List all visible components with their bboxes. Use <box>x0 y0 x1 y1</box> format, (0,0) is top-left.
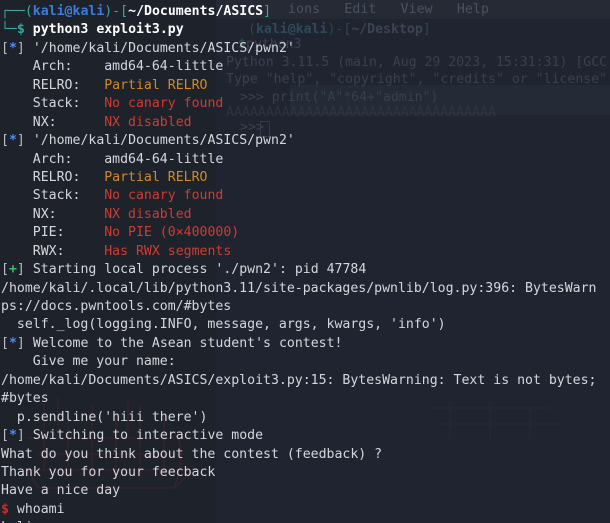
checksec-field: RELRO: Partial RELRO <box>1 77 610 95</box>
checksec-field: Stack: No canary found <box>1 187 610 205</box>
success-tag-close: ] <box>16 262 25 278</box>
checksec-value: No canary found <box>104 188 224 204</box>
checksec-label: RWX: <box>32 243 65 259</box>
remote-prompt-symbol: $ <box>1 501 9 517</box>
info-tag-close: ] <box>16 133 25 149</box>
checksec-value: NX disabled <box>104 114 192 130</box>
info-tag-glyph: * <box>8 428 17 444</box>
info-tag-open: [ <box>1 335 9 351</box>
remote-command: whoami <box>16 501 65 517</box>
checksec-field: Stack: No canary found <box>1 95 610 113</box>
interactive-mode-line: [*] Switching to interactive mode <box>1 427 610 445</box>
checksec-value: No PIE (0×400000) <box>104 225 240 241</box>
welcome-line: [*] Welcome to the Asean student's conte… <box>1 335 610 353</box>
prompt-corner-top: ┌── <box>1 4 25 19</box>
info-tag-glyph: * <box>8 40 17 56</box>
checksec-value: Partial RELRO <box>104 77 208 93</box>
prompt-bracket-open: [ <box>120 4 129 19</box>
checksec-field: NX: NX disabled <box>1 206 610 224</box>
success-tag-open: [ <box>1 262 9 278</box>
prompt-host: kali <box>72 4 105 19</box>
prompt-path: ~/Documents/ASICS <box>128 4 264 19</box>
checksec-label: PIE: <box>32 225 65 241</box>
terminal-screen[interactable]: ┌──(kali@kali)-[~/Documents/ASICS] └─$ p… <box>0 0 610 523</box>
checksec-label: Arch: <box>32 59 73 75</box>
checksec-field: Arch: amd64-64-little <box>1 58 610 76</box>
warning-line: /home/kali/.local/lib/python3.11/site-pa… <box>1 280 597 296</box>
checksec-value: NX disabled <box>104 206 192 222</box>
shell-prompt-line: ┌──(kali@kali)-[~/Documents/ASICS] <box>1 3 610 21</box>
info-tag-close: ] <box>16 40 25 56</box>
checksec-value: Partial RELRO <box>104 169 208 185</box>
remote-command-output: kali <box>1 519 610 523</box>
at-icon: @ <box>64 4 73 19</box>
info-tag-glyph: * <box>8 133 17 149</box>
remote-shell-command-line[interactable]: $ whoami <box>1 501 610 519</box>
info-tag-open: [ <box>1 428 9 444</box>
process-start-text: Starting local process './pwn2': pid 477… <box>32 262 367 278</box>
prompt-corner-bottom: └─ <box>1 22 17 38</box>
info-tag-close: ] <box>16 428 25 444</box>
feedback-question-line: What do you think about the contest (fee… <box>1 446 383 462</box>
checksec-label: Stack: <box>32 96 81 112</box>
checksec-field: PIE: No PIE (0×400000) <box>1 224 610 242</box>
prompt-dollar: $ <box>16 22 25 38</box>
checksec-field: RWX: Has RWX segments <box>1 243 610 261</box>
checksec-field: Arch: amd64-64-little <box>1 151 610 169</box>
info-tag-open: [ <box>1 40 9 56</box>
checksec-value: No canary found <box>104 96 224 112</box>
info-tag-open: [ <box>1 133 9 149</box>
binary-path: '/home/kali/Documents/ASICS/pwn2' <box>32 133 295 149</box>
checksec-label: Stack: <box>32 188 81 204</box>
command-input-line[interactable]: └─$ python3 exploit3.py <box>1 21 610 39</box>
prompt-paren-open: ( <box>24 4 33 19</box>
warning-line: ps://docs.pwntools.com/#bytes <box>1 299 232 314</box>
binary-path: '/home/kali/Documents/ASICS/pwn2' <box>32 40 295 56</box>
warning-line: self._log(logging.INFO, message, args, k… <box>1 317 446 333</box>
success-tag-glyph: + <box>8 262 17 278</box>
checksec-field: RELRO: Partial RELRO <box>1 169 610 187</box>
info-tag-glyph: * <box>8 335 17 351</box>
checksec-label: RELRO: <box>32 77 81 93</box>
nice-day-line: Have a nice day <box>1 483 121 499</box>
welcome-text: Welcome to the Asean student's contest! <box>32 335 343 351</box>
interactive-mode-text: Switching to interactive mode <box>32 428 264 444</box>
terminal-window[interactable]: ions Edit View Help (kali@kali)-[~/Deskt… <box>0 0 610 523</box>
binary-path-line-2: [*] '/home/kali/Documents/ASICS/pwn2' <box>1 132 610 150</box>
prompt-user: kali <box>32 4 65 19</box>
warning-line: #bytes <box>1 391 49 407</box>
name-prompt-line: Give me your name: <box>1 354 176 370</box>
checksec-value: amd64-64-little <box>104 151 224 167</box>
process-start-line: [+] Starting local process './pwn2': pid… <box>1 261 610 279</box>
checksec-label: Arch: <box>32 151 73 167</box>
checksec-label: RELRO: <box>32 169 81 185</box>
checksec-value: amd64-64-little <box>104 59 224 75</box>
thanks-line: Thank you for your feecback <box>1 464 216 480</box>
checksec-field: NX: NX disabled <box>1 114 610 132</box>
binary-path-line-1: [*] '/home/kali/Documents/ASICS/pwn2' <box>1 40 610 58</box>
checksec-label: NX: <box>32 206 57 222</box>
prompt-dash: - <box>112 4 121 19</box>
warning-line: p.sendline('hiii there') <box>1 409 208 425</box>
info-tag-close: ] <box>16 335 25 351</box>
checksec-label: NX: <box>32 114 57 130</box>
entered-command: python3 exploit3.py <box>32 22 184 38</box>
checksec-value: Has RWX segments <box>104 243 232 259</box>
prompt-bracket-close: ] <box>263 4 272 19</box>
warning-line: /home/kali/Documents/ASICS/exploit3.py:1… <box>1 372 597 388</box>
